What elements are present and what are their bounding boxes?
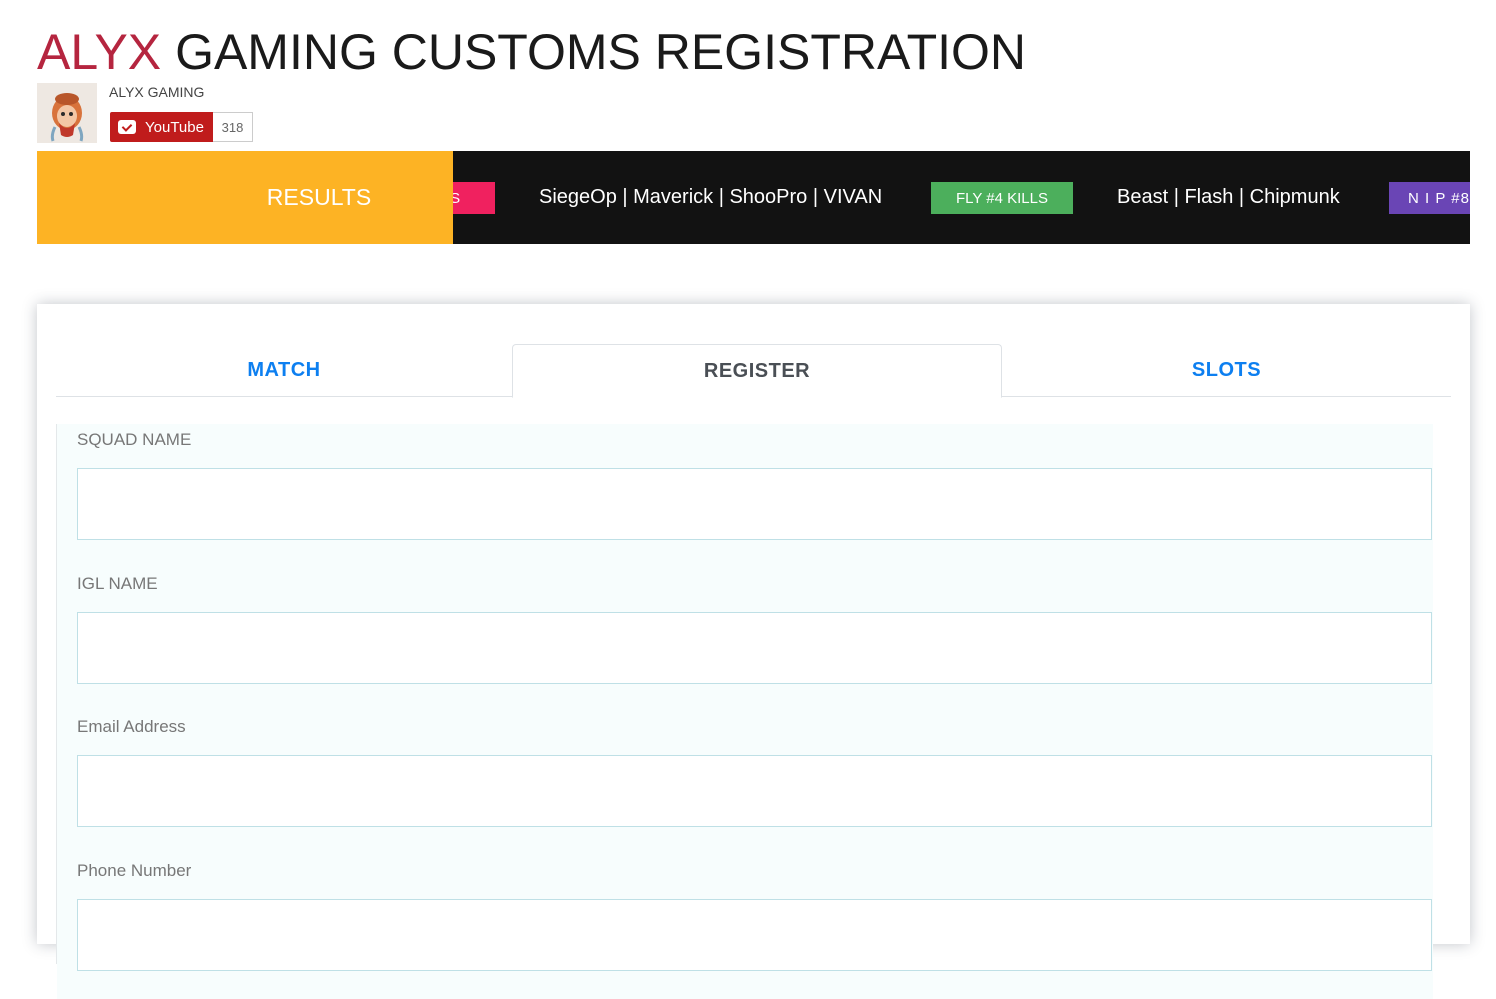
results-button[interactable]: RESULTS [37,151,453,244]
youtube-subscribe-button[interactable]: YouTube [110,112,213,142]
squad-name-label: SQUAD NAME [77,430,192,449]
tab-slots[interactable]: SLOTS [1002,344,1451,397]
email-field[interactable] [77,755,1432,827]
avatar-image [37,83,97,143]
phone-group: Phone Number [57,855,1433,999]
subscriber-count: 318 [213,112,253,142]
title-accent: ALYX [37,24,162,80]
channel-avatar[interactable] [37,83,97,143]
title-text: GAMING CUSTOMS REGISTRATION [175,24,1027,80]
results-ticker: LS SiegeOp | Maverick | ShooPro | VIVAN … [37,151,1470,244]
igl-name-label: IGL NAME [77,574,158,593]
igl-name-input[interactable] [77,612,1432,684]
ticker-team-list: SiegeOp | Maverick | ShooPro | VIVAN [539,186,883,208]
page-title: ALYX GAMING CUSTOMS REGISTRATION [37,22,1026,82]
tab-register[interactable]: REGISTER [512,344,1002,398]
ticker-badge: N I P #8 [1389,182,1470,214]
tab-match[interactable]: MATCH [56,344,512,397]
check-icon [118,120,136,134]
phone-field[interactable] [77,899,1432,971]
subscribe-label: YouTube [145,118,204,136]
tab-bar: MATCH REGISTER SLOTS [56,344,1451,398]
ticker-team-list: Beast | Flash | Chipmunk [1117,186,1340,208]
squad-name-input[interactable] [77,468,1432,540]
ticker-badge: FLY #4 KILLS [931,182,1073,214]
squad-name-group: SQUAD NAME [57,424,1433,568]
igl-name-group: IGL NAME [57,568,1433,711]
registration-card: MATCH REGISTER SLOTS SQUAD NAME IGL NAME… [37,304,1470,999]
email-group: Email Address [57,711,1433,855]
phone-label: Phone Number [77,861,192,880]
channel-name[interactable]: ALYX GAMING [109,83,204,101]
email-label: Email Address [77,717,186,736]
register-form: SQUAD NAME IGL NAME Email Address Phone … [56,424,1433,999]
